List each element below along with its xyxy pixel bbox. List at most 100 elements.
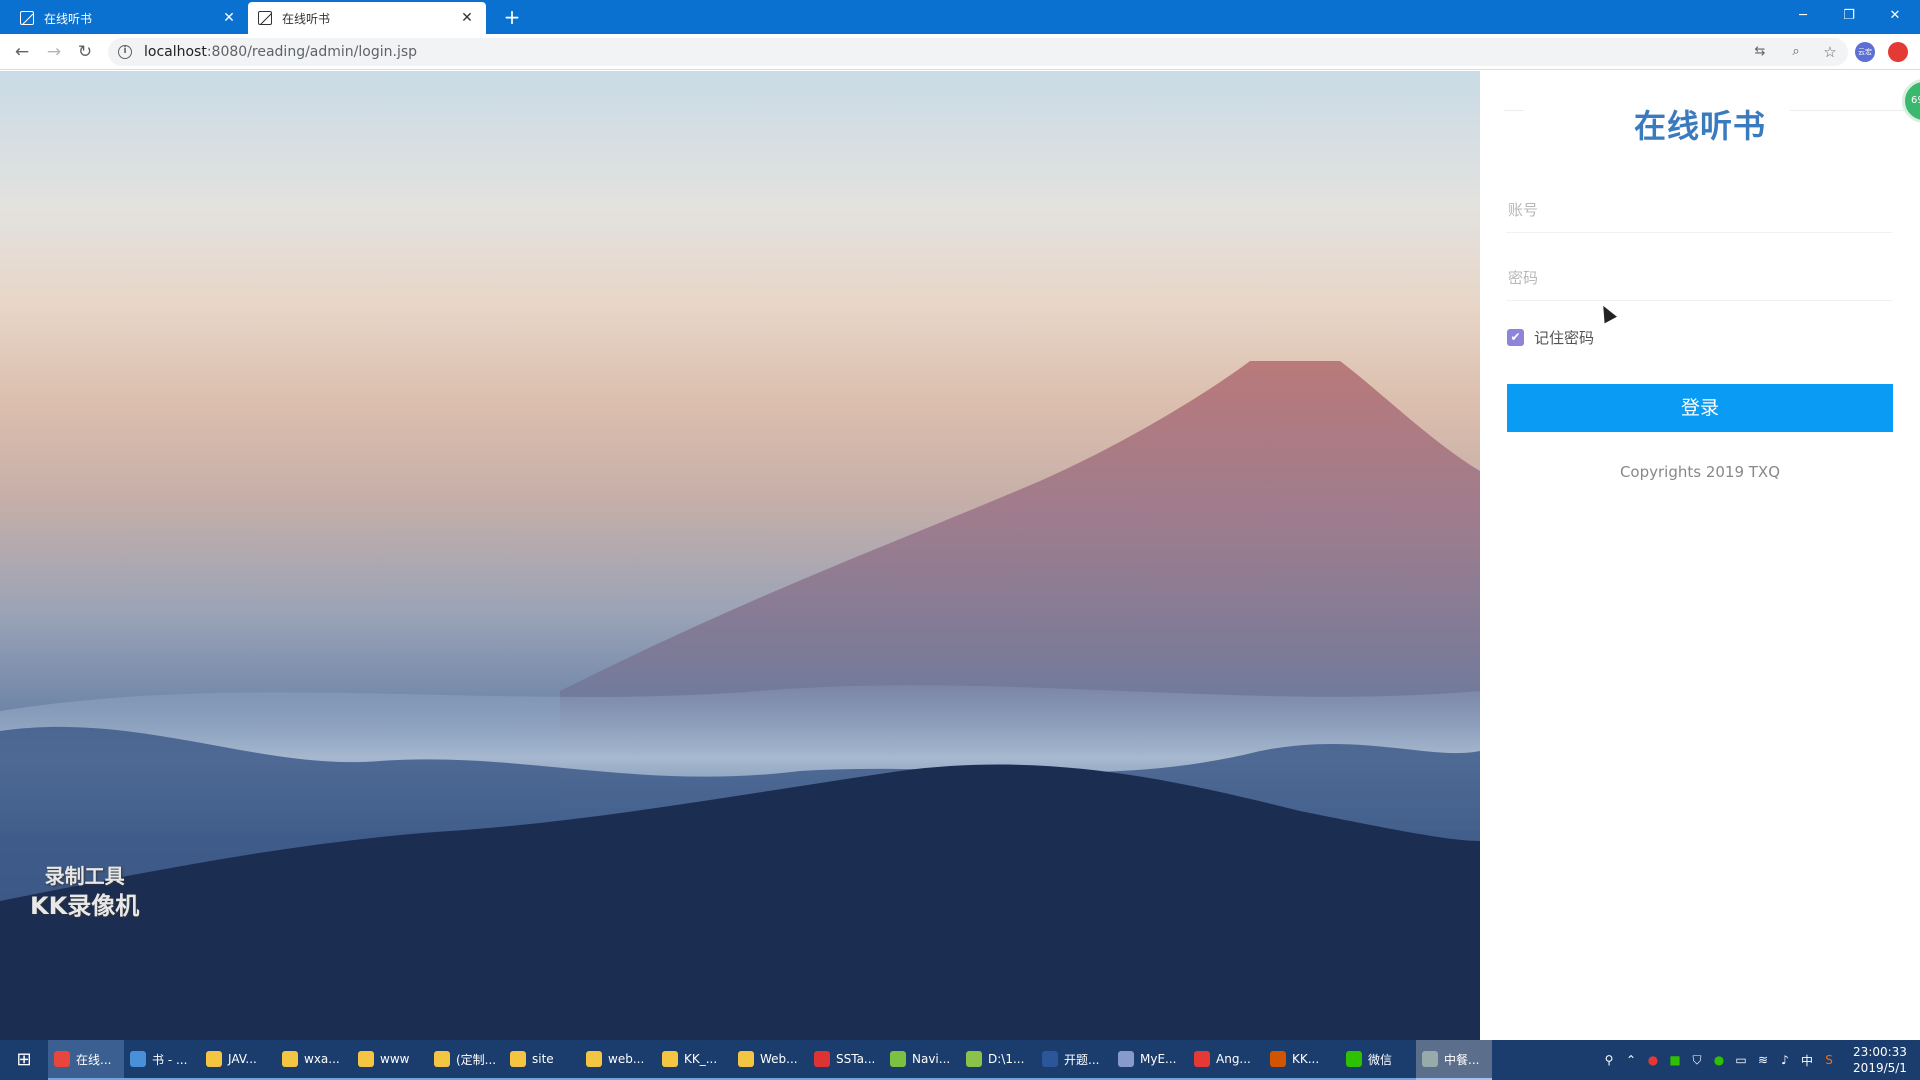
new-tab-button[interactable]: + xyxy=(500,5,524,29)
taskbar-item[interactable]: 中餐... xyxy=(1416,1040,1492,1080)
kk-icon xyxy=(1270,1051,1286,1067)
system-clock[interactable]: 23:00:33 2019/5/1 xyxy=(1840,1044,1920,1076)
settings-icon xyxy=(1422,1051,1438,1067)
taskbar-item[interactable]: 微信 xyxy=(1340,1040,1416,1080)
extension-red-icon[interactable] xyxy=(1888,42,1908,62)
wifi-icon[interactable]: ≋ xyxy=(1752,1053,1774,1067)
taskbar-item-label: MyE... xyxy=(1140,1052,1177,1066)
taskbar-item[interactable]: KK... xyxy=(1264,1040,1340,1080)
reload-icon[interactable]: ↻ xyxy=(75,42,95,62)
taskbar-item-label: wxa... xyxy=(304,1052,340,1066)
taskbar-item[interactable]: Web... xyxy=(732,1040,808,1080)
taskbar-item-label: site xyxy=(532,1052,554,1066)
volume-icon[interactable]: ♪ xyxy=(1774,1053,1796,1067)
folder-icon xyxy=(434,1051,450,1067)
clock-time: 23:00:33 xyxy=(1853,1045,1907,1059)
taskbar-item[interactable]: D:\1... xyxy=(960,1040,1036,1080)
netease-icon xyxy=(1194,1051,1210,1067)
battery-icon[interactable]: ▭ xyxy=(1730,1053,1752,1067)
extension-icon[interactable]: 云宏 xyxy=(1855,42,1875,62)
taskbar-item-label: KK_... xyxy=(684,1052,718,1066)
login-button[interactable]: 登录 xyxy=(1507,384,1893,432)
url-text[interactable]: localhost:8080/reading/admin/login.jsp xyxy=(144,44,417,60)
site-info-icon[interactable]: i xyxy=(118,45,132,59)
close-icon[interactable]: ✕ xyxy=(458,10,476,26)
restore-icon[interactable]: ❐ xyxy=(1826,0,1872,30)
taskbar-item-label: 在线... xyxy=(76,1052,112,1067)
remember-password-row[interactable]: ✔ 记住密码 xyxy=(1507,327,1594,348)
taskbar-item-label: www xyxy=(380,1052,410,1066)
folder-icon xyxy=(206,1051,222,1067)
bookmark-star-icon[interactable]: ☆ xyxy=(1822,44,1838,60)
taskbar-item[interactable]: wxa... xyxy=(276,1040,352,1080)
folder-icon xyxy=(358,1051,374,1067)
window-close-icon[interactable]: ✕ xyxy=(1872,0,1918,30)
taskbar-item[interactable]: (定制... xyxy=(428,1040,504,1080)
chevron-up-icon[interactable]: ⌃ xyxy=(1620,1053,1642,1067)
taskbar-item[interactable]: 开题... xyxy=(1036,1040,1112,1080)
mountain-background-image: 录制工具 KK录像机 xyxy=(0,71,1480,1040)
forward-arrow-icon[interactable]: → xyxy=(44,42,64,62)
taskbar-item[interactable]: www xyxy=(352,1040,428,1080)
chrome-icon xyxy=(54,1051,70,1067)
system-tray: ⚲ ⌃ ● ■ ⛉ ● ▭ ≋ ♪ 中 S 23:00:33 2019/5/1 xyxy=(1598,1040,1920,1080)
notepad-icon xyxy=(966,1051,982,1067)
taskbar-item[interactable]: site xyxy=(504,1040,580,1080)
wechat-tray-icon[interactable]: ● xyxy=(1708,1053,1730,1067)
remember-checkbox[interactable]: ✔ xyxy=(1507,329,1524,346)
login-panel: 在线听书 69 ✔ 记住密码 登录 Copyrights 2019 TXQ xyxy=(1480,71,1920,1040)
taskbar-item[interactable]: 在线... xyxy=(48,1040,124,1080)
document-icon xyxy=(130,1051,146,1067)
address-bar[interactable]: i localhost:8080/reading/admin/login.jsp… xyxy=(108,38,1848,66)
taskbar-item[interactable]: Ang... xyxy=(1188,1040,1264,1080)
tab-title: 在线听书 xyxy=(44,11,93,26)
folder-icon xyxy=(282,1051,298,1067)
taskbar-apps: 在线... 书 - ... JAV... wxa... www (定制... site web… xyxy=(48,1040,1492,1080)
url-path: :8080/reading/admin/login.jsp xyxy=(206,44,418,60)
green-app-icon[interactable]: ■ xyxy=(1664,1053,1686,1067)
browser-toolbar: ← → ↻ i localhost:8080/reading/admin/log… xyxy=(0,34,1920,70)
input-language[interactable]: 中 xyxy=(1796,1052,1818,1069)
back-arrow-icon[interactable]: ← xyxy=(12,42,32,62)
shield-icon xyxy=(814,1051,830,1067)
taskbar-item[interactable]: Navi... xyxy=(884,1040,960,1080)
taskbar-item-label: SSTa... xyxy=(836,1052,876,1066)
taskbar-item-label: 中餐... xyxy=(1444,1052,1480,1067)
taskbar-item[interactable]: MyE... xyxy=(1112,1040,1188,1080)
password-input[interactable] xyxy=(1506,257,1892,301)
page-favicon-icon xyxy=(258,11,272,25)
mountain-scene xyxy=(0,361,1480,1040)
taskbar-item-label: web... xyxy=(608,1052,645,1066)
taskbar-item-label: (定制... xyxy=(456,1052,497,1067)
taskbar-item[interactable]: SSTa... xyxy=(808,1040,884,1080)
watermark-line-2: KK录像机 xyxy=(30,892,140,920)
taskbar-item-label: Web... xyxy=(760,1052,798,1066)
page-title: 在线听书 xyxy=(1633,107,1766,145)
windows-start-icon[interactable]: ⊞ xyxy=(0,1040,48,1080)
remember-label: 记住密码 xyxy=(1534,329,1595,347)
sogou-ime-icon[interactable]: S xyxy=(1818,1053,1840,1067)
minimize-icon[interactable]: ─ xyxy=(1780,0,1826,30)
zoom-icon[interactable]: ⌕ xyxy=(1788,44,1804,60)
browser-tab-active[interactable]: 在线听书 ✕ xyxy=(248,2,486,34)
taskbar-item-label: 微信 xyxy=(1368,1052,1393,1067)
taskbar-item[interactable]: JAV... xyxy=(200,1040,276,1080)
antivirus-icon[interactable]: ● xyxy=(1642,1053,1664,1067)
taskbar-item[interactable]: web... xyxy=(580,1040,656,1080)
translate-icon[interactable]: ⇆ xyxy=(1752,44,1768,60)
taskbar-item[interactable]: KK_... xyxy=(656,1040,732,1080)
browser-tab[interactable]: 在线听书 ✕ xyxy=(10,2,248,34)
taskbar-item-label: JAV... xyxy=(228,1052,257,1066)
close-icon[interactable]: ✕ xyxy=(220,10,238,26)
folder-icon xyxy=(738,1051,754,1067)
copyright-text: Copyrights 2019 TXQ xyxy=(1619,463,1781,481)
people-icon[interactable]: ⚲ xyxy=(1598,1053,1620,1067)
folder-icon xyxy=(510,1051,526,1067)
myeclipse-icon xyxy=(1118,1051,1134,1067)
account-input[interactable] xyxy=(1506,189,1892,233)
navicat-icon xyxy=(890,1051,906,1067)
security-shield-icon[interactable]: ⛉ xyxy=(1686,1053,1708,1068)
taskbar-item[interactable]: 书 - ... xyxy=(124,1040,200,1080)
url-host: localhost xyxy=(144,44,207,60)
folder-icon xyxy=(662,1051,678,1067)
